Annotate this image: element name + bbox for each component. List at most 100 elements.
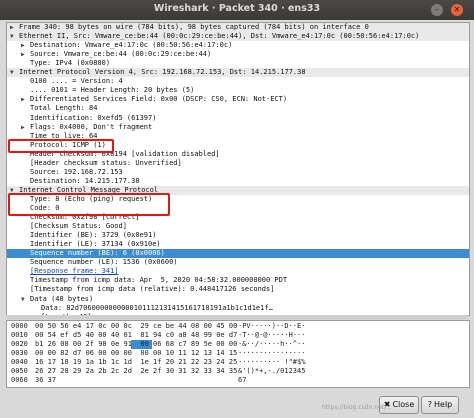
- tree-row[interactable]: Identifier (BE): 3729 (0x0e91): [7, 231, 469, 240]
- tree-row[interactable]: [Response frame: 341]: [7, 267, 469, 276]
- tree-row-label: Type: IPv4 (0x0800): [30, 59, 111, 68]
- pane-splitter[interactable]: [6, 315, 468, 319]
- protocol-highlight-box: [8, 138, 114, 153]
- hex-offset: 0020: [11, 340, 28, 349]
- tree-row[interactable]: Data: 82d7060000000000101112131415161718…: [7, 304, 469, 313]
- tree-row-label: Ethernet II, Src: Vmware_ce:be:44 (00:0c…: [19, 32, 420, 41]
- collapsed-arrow-icon[interactable]: ▶: [21, 50, 25, 59]
- tree-row-label: 0100 .... = Version: 4: [30, 77, 123, 86]
- tree-row-label: [Checksum Status: Good]: [30, 222, 127, 231]
- tree-row[interactable]: [Header checksum status: Unverified]: [7, 159, 469, 168]
- hex-row[interactable]: 0040 16 17 18 19 1a 1b 1c 1d 1e 1f 20 21 …: [7, 358, 467, 367]
- hex-bytes: 00 00 82 d7 06 00 00 00 00 00 10 11 12 1…: [35, 349, 238, 358]
- tree-row-label: Frame 340: 98 bytes on wire (784 bits), …: [19, 23, 369, 31]
- tree-row[interactable]: ▼ Data (48 bytes): [7, 295, 469, 304]
- expanded-arrow-icon[interactable]: ▼: [21, 295, 25, 304]
- tree-row[interactable]: ▶ Source: Vmware_ce:be:44 (00:0c:29:ce:be…: [7, 50, 469, 59]
- tree-row-label: Destination: 14.215.177.38: [30, 176, 140, 185]
- tree-row[interactable]: Identification: 0xefd5 (61397): [7, 114, 469, 123]
- hex-ascii: ·&··/·····h··^··: [238, 340, 306, 349]
- tree-row[interactable]: [Timestamp from icmp data (relative): 0.…: [7, 285, 469, 294]
- tree-row[interactable]: ▶ Flags: 0x4000, Don't fragment: [7, 123, 469, 132]
- hex-offset: 0030: [11, 349, 28, 358]
- hex-offset: 0000: [11, 322, 28, 330]
- packet-bytes-pane[interactable]: 0000 00 50 56 e4 17 0c 00 0c 29 ce be 44 …: [6, 320, 470, 388]
- tree-row-label: Differentiated Services Field: 0x00 (DSC…: [30, 95, 288, 104]
- hex-row[interactable]: 0000 00 50 56 e4 17 0c 00 0c 29 ce be 44 …: [7, 322, 467, 331]
- hex-bytes: 36 37: [35, 376, 57, 385]
- hex-offset: 0060: [11, 376, 28, 385]
- help-button[interactable]: ? Help: [421, 396, 459, 414]
- hex-bytes: 00 50 56 e4 17 0c 00 0c 29 ce be 44 08 0…: [35, 322, 238, 330]
- hex-ascii: ·PV·····)··D··E·: [238, 322, 306, 330]
- tree-row[interactable]: ▶ Destination: Vmware_e4:17:0c (00:50:56:…: [7, 41, 469, 50]
- hex-bytes: b1 26 08 00 2f 98 0e 91 00 06 68 c7 89 5…: [35, 340, 238, 349]
- tree-row[interactable]: Source: 192.168.72.153: [7, 168, 469, 177]
- tree-row-label: [Timestamp from icmp data (relative): 0.…: [30, 285, 275, 294]
- watermark: https://blog.csdn.net/...: [322, 404, 392, 411]
- hex-row[interactable]: 0060 36 37 67: [7, 376, 467, 385]
- expanded-arrow-icon[interactable]: ▼: [10, 68, 14, 77]
- tree-row[interactable]: Type: IPv4 (0x0800): [7, 59, 469, 68]
- hex-bytes: 16 17 18 19 1a 1b 1c 1d 1e 1f 20 21 22 2…: [35, 358, 238, 367]
- tree-row-label: Destination: Vmware_e4:17:0c (00:50:56:e…: [30, 41, 233, 50]
- collapsed-arrow-icon[interactable]: ▶: [21, 41, 25, 50]
- collapsed-arrow-icon[interactable]: ▶: [21, 123, 25, 132]
- tree-row-label: Sequence number (LE): 1536 (0x0600): [30, 258, 178, 267]
- tree-row-label: Identifier (BE): 3729 (0x0e91): [30, 231, 157, 240]
- tree-row[interactable]: ▼ Ethernet II, Src: Vmware_ce:be:44 (00:0…: [7, 32, 469, 42]
- tree-row[interactable]: Total Length: 84: [7, 104, 469, 113]
- tree-row-label: Data: 82d7060000000000101112131415161718…: [41, 303, 273, 312]
- dialog-button-bar: ✖ Close ? Help: [0, 390, 474, 418]
- hex-offset: 0040: [11, 358, 28, 367]
- packet-details-tree[interactable]: ▶ Frame 340: 98 bytes on wire (784 bits),…: [6, 22, 470, 316]
- hex-ascii: 67: [238, 376, 247, 385]
- collapsed-arrow-icon[interactable]: ▶: [10, 23, 14, 32]
- tree-row[interactable]: ▼ Internet Protocol Version 4, Src: 192.1…: [7, 68, 469, 78]
- hex-row[interactable]: 0030 00 00 82 d7 06 00 00 00 00 00 10 11 …: [7, 349, 467, 358]
- hex-ascii: ·········· !"#$%: [238, 358, 306, 367]
- tree-row[interactable]: Sequence number (LE): 1536 (0x0600): [7, 258, 469, 267]
- tree-row-label: .... 0101 = Header Length: 20 bytes (5): [30, 86, 195, 95]
- tree-row[interactable]: Identifier (LE): 37134 (0x910e): [7, 240, 469, 249]
- hex-offset: 0050: [11, 367, 28, 376]
- tree-row-label: [Response frame: 341]: [30, 267, 119, 276]
- hex-ascii: ················: [238, 349, 306, 358]
- help-icon: ?: [427, 400, 432, 409]
- minimize-button[interactable]: –: [431, 4, 443, 16]
- collapsed-arrow-icon[interactable]: ▶: [21, 95, 25, 104]
- expanded-arrow-icon[interactable]: ▼: [10, 32, 14, 41]
- close-window-button[interactable]: ✕: [451, 4, 463, 16]
- tree-row[interactable]: 0100 .... = Version: 4: [7, 77, 469, 86]
- window-titlebar: Wireshark · Packet 340 · ens33 – ✕: [0, 0, 474, 20]
- tree-row[interactable]: [Checksum Status: Good]: [7, 222, 469, 231]
- tree-row[interactable]: Sequence number (BE): 6 (0x0006): [7, 249, 469, 259]
- tree-row-label: Total Length: 84: [30, 104, 98, 113]
- hex-row[interactable]: 0010 00 54 ef d5 40 00 40 01 81 94 c0 a8 …: [7, 331, 467, 340]
- hex-bytes: 26 27 28 29 2a 2b 2c 2d 2e 2f 30 31 32 3…: [35, 367, 238, 376]
- tree-row-label: [Header checksum status: Unverified]: [30, 158, 182, 167]
- tree-row-label: Data (48 bytes): [30, 294, 94, 303]
- tree-row[interactable]: Destination: 14.215.177.38: [7, 177, 469, 186]
- hex-ascii: &'()*+,-./012345: [238, 367, 306, 376]
- tree-row-label: Sequence number (BE): 6 (0x0006): [30, 249, 165, 258]
- hex-row[interactable]: 0020 b1 26 08 00 2f 98 0e 91 00 06 68 c7 …: [7, 340, 467, 350]
- tree-row-label: Identification: 0xefd5 (61397): [30, 113, 157, 122]
- tree-row[interactable]: .... 0101 = Header Length: 20 bytes (5): [7, 86, 469, 95]
- tree-row[interactable]: ▶ Differentiated Services Field: 0x00 (DS…: [7, 95, 469, 104]
- hex-ascii: ·T··@·@·····H···: [238, 331, 306, 340]
- window-title: Wireshark · Packet 340 · ens33: [153, 3, 321, 14]
- hex-bytes: 00 54 ef d5 40 00 40 01 81 94 c0 a8 48 9…: [35, 331, 238, 340]
- help-button-label: Help: [434, 400, 453, 409]
- hex-offset: 0010: [11, 331, 28, 340]
- tree-row-label: Internet Protocol Version 4, Src: 192.16…: [19, 68, 306, 77]
- tree-row-label: Identifier (LE): 37134 (0x910e): [30, 240, 161, 249]
- close-button-label: Close: [392, 400, 415, 409]
- tree-row-label: Source: 192.168.72.153: [30, 167, 123, 176]
- tree-row-label: Flags: 0x4000, Don't fragment: [30, 122, 153, 131]
- tree-row-label: Timestamp from icmp data: Apr 5, 2020 04…: [30, 276, 288, 285]
- tree-row-label: Source: Vmware_ce:be:44 (00:0c:29:ce:be:…: [30, 50, 212, 59]
- hex-row[interactable]: 0050 26 27 28 29 2a 2b 2c 2d 2e 2f 30 31 …: [7, 367, 467, 376]
- tree-row[interactable]: Timestamp from icmp data: Apr 5, 2020 04…: [7, 276, 469, 285]
- tree-row[interactable]: ▶ Frame 340: 98 bytes on wire (784 bits),…: [7, 23, 469, 32]
